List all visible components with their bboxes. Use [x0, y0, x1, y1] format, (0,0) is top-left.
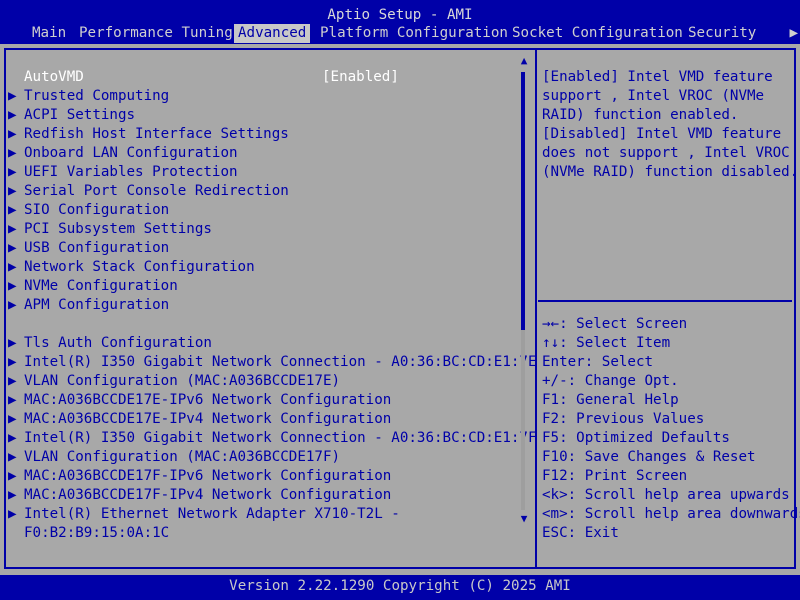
submenu-item-label: PCI Subsystem Settings [24, 221, 212, 237]
help-key-line: <m>: Scroll help area downwards [542, 506, 800, 522]
submenu-arrow-icon: ▶ [8, 126, 17, 142]
submenu-item-label: MAC:A036BCCDE17F-IPv6 Network Configurat… [24, 468, 392, 484]
tab-performance-tuning[interactable]: Performance Tuning [79, 24, 233, 43]
submenu-item-label: Intel(R) I350 Gigabit Network Connection… [24, 354, 537, 370]
help-key-line: +/-: Change Opt. [542, 373, 679, 389]
submenu-arrow-icon: ▶ [8, 240, 17, 256]
scroll-up-icon[interactable]: ▲ [518, 54, 530, 67]
tab-bar: Main Performance Tuning Advanced Platfor… [0, 24, 800, 43]
submenu-arrow-icon: ▶ [8, 107, 17, 123]
submenu-arrow-icon: ▶ [8, 335, 17, 351]
tab-main[interactable]: Main [32, 24, 66, 43]
help-description-line: (NVMe RAID) function disabled. [542, 164, 799, 180]
submenu-item-label: Network Stack Configuration [24, 259, 255, 275]
submenu-item-label: SIO Configuration [24, 202, 170, 218]
tab-platform-configuration[interactable]: Platform Configuration [320, 24, 508, 43]
submenu-item-label: APM Configuration [24, 297, 170, 313]
main-panel: AutoVMD [Enabled] ▶ Trusted Computing ▶ ACP… [0, 44, 800, 575]
help-key-line: F1: General Help [542, 392, 679, 408]
submenu-arrow-icon: ▶ [8, 145, 17, 161]
title-bar: Aptio Setup - AMI Main Performance Tunin… [0, 0, 800, 44]
submenu-arrow-icon: ▶ [8, 449, 17, 465]
submenu-arrow-icon: ▶ [8, 297, 17, 313]
submenu-arrow-icon: ▶ [8, 221, 17, 237]
tab-security[interactable]: Security [688, 24, 756, 43]
autovmd-option[interactable]: AutoVMD [Enabled] [6, 68, 399, 87]
submenu-arrow-icon: ▶ [8, 430, 17, 446]
submenu-item-label: F0:B2:B9:15:0A:1C [24, 525, 170, 541]
help-description-line: [Disabled] Intel VMD feature [542, 126, 782, 142]
submenu-arrow-icon: ▶ [8, 202, 17, 218]
submenu-arrow-icon: ▶ [8, 506, 17, 522]
help-key-line: →←: Select Screen [542, 316, 688, 332]
submenu-arrow-icon: ▶ [8, 354, 17, 370]
help-separator [538, 300, 792, 302]
submenu-item-label: Intel(R) Ethernet Network Adapter X710-T… [24, 506, 400, 522]
tab-scroll-right-icon[interactable]: ▶ [789, 24, 798, 43]
tab-advanced[interactable]: Advanced [234, 24, 311, 43]
help-key-line: F12: Print Screen [542, 468, 688, 484]
submenu-item-label: Trusted Computing [24, 88, 170, 104]
submenu-item-label: UEFI Variables Protection [24, 164, 238, 180]
submenu-item-label: VLAN Configuration (MAC:A036BCCDE17E) [24, 373, 341, 389]
scrollbar-thumb[interactable] [521, 72, 525, 330]
submenu-item-label: NVMe Configuration [24, 278, 178, 294]
help-key-line: <k>: Scroll help area upwards [542, 487, 790, 503]
submenu-arrow-icon: ▶ [8, 373, 17, 389]
submenu-arrow-icon: ▶ [8, 392, 17, 408]
settings-list: AutoVMD [Enabled] ▶ Trusted Computing ▶ ACP… [6, 50, 537, 567]
help-key-line: ESC: Exit [542, 525, 619, 541]
help-key-line: ↑↓: Select Item [542, 335, 671, 351]
help-key-line: Enter: Select [542, 354, 654, 370]
submenu-arrow-icon: ▶ [8, 183, 17, 199]
submenu-item-label: Tls Auth Configuration [24, 335, 212, 351]
help-key-line: F5: Optimized Defaults [542, 430, 730, 446]
submenu-arrow-icon: ▶ [8, 411, 17, 427]
submenu-item-label: Redfish Host Interface Settings [24, 126, 289, 142]
autovmd-value[interactable]: [Enabled] [322, 68, 399, 87]
submenu-item-label: VLAN Configuration (MAC:A036BCCDE17F) [24, 449, 341, 465]
submenu-arrow-icon: ▶ [8, 278, 17, 294]
submenu-item-label: Serial Port Console Redirection [24, 183, 289, 199]
tab-socket-configuration[interactable]: Socket Configuration [512, 24, 683, 43]
submenu-item-label: USB Configuration [24, 240, 170, 256]
submenu-item-label: Onboard LAN Configuration [24, 145, 238, 161]
help-key-line: F2: Previous Values [542, 411, 705, 427]
submenu-item-label: MAC:A036BCCDE17F-IPv4 Network Configurat… [24, 487, 392, 503]
panel-divider [535, 50, 537, 567]
help-description-line: RAID) function enabled. [542, 107, 739, 123]
submenu-item-label: ACPI Settings [24, 107, 136, 123]
help-description-line: [Enabled] Intel VMD feature [542, 69, 773, 85]
content-frame: AutoVMD [Enabled] ▶ Trusted Computing ▶ ACP… [4, 48, 800, 569]
submenu-item-label: Intel(R) I350 Gigabit Network Connection… [24, 430, 537, 446]
app-title: Aptio Setup - AMI [327, 7, 473, 23]
submenu-arrow-icon: ▶ [8, 259, 17, 275]
autovmd-label: AutoVMD [24, 69, 84, 85]
help-description-line: does not support , Intel VROC [542, 145, 790, 161]
footer-version: Version 2.22.1290 Copyright (C) 2025 AMI [0, 575, 800, 600]
help-description-line: support , Intel VROC (NVMe [542, 88, 765, 104]
submenu-arrow-icon: ▶ [8, 164, 17, 180]
submenu-item-label: MAC:A036BCCDE17E-IPv4 Network Configurat… [24, 411, 392, 427]
submenu-arrow-icon: ▶ [8, 88, 17, 104]
submenu-arrow-icon: ▶ [8, 468, 17, 484]
submenu-item-label: MAC:A036BCCDE17E-IPv6 Network Configurat… [24, 392, 392, 408]
submenu-arrow-icon: ▶ [8, 487, 17, 503]
scroll-down-icon[interactable]: ▼ [518, 512, 530, 525]
help-key-line: F10: Save Changes & Reset [542, 449, 756, 465]
